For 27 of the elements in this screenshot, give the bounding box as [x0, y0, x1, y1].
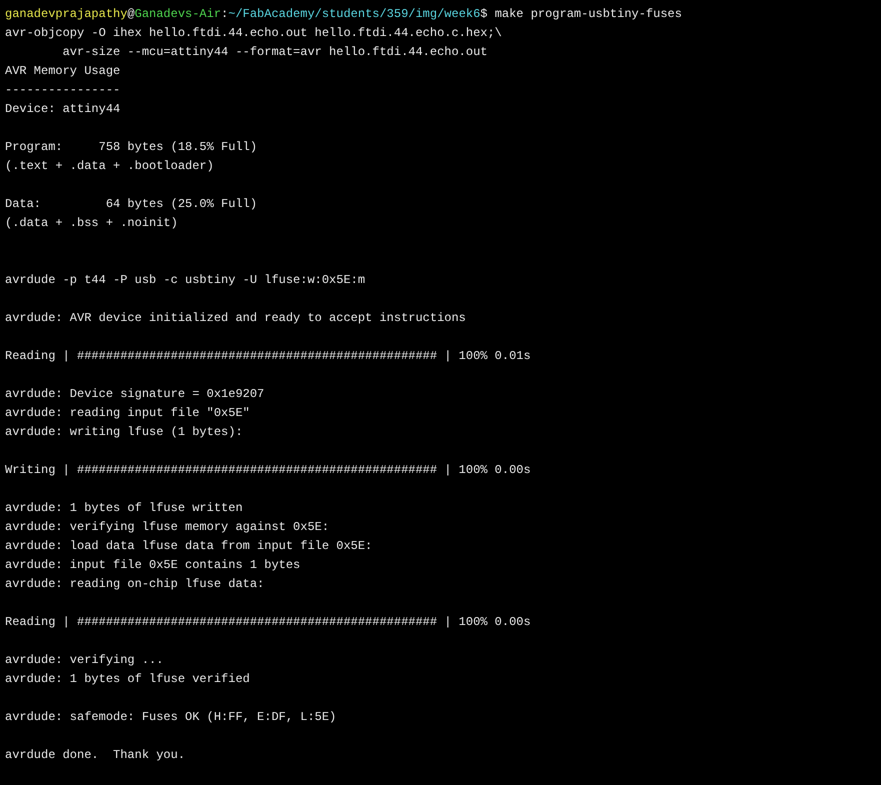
output-line: avrdude: 1 bytes of lfuse verified — [5, 671, 250, 688]
output-line: Data: 64 bytes (25.0% Full) — [5, 196, 258, 213]
output-line: AVR Memory Usage — [5, 63, 120, 80]
output-line: avrdude: load data lfuse data from input file 0x5E: — [5, 538, 372, 555]
output-line: avr-objcopy -O ihex hello.ftdi.44.echo.out hello.ftdi.44.echo.c.hex;\ — [5, 25, 502, 42]
output-line: avrdude: verifying lfuse memory against 0x5E: — [5, 519, 330, 536]
output-line: Writing | ################################################## | 100% 0.00s — [5, 462, 531, 479]
output-line: (.text + .data + .bootloader) — [5, 158, 214, 175]
output-line: avr-size --mcu=attiny44 --format=avr hello.ftdi.44.echo.out — [62, 44, 488, 61]
prompt-line: ganadevprajapathy@Ganadevs-Air:~/FabAcademy/students/359/img/week6$ make program-usbtiny-fuses — [5, 6, 683, 23]
output-line: Device: attiny44 — [5, 101, 120, 118]
output-line: avrdude: reading input file "0x5E" — [5, 405, 250, 422]
output-line: avrdude: reading on-chip lfuse data: — [5, 576, 264, 593]
output-line: avrdude: AVR device initialized and ready to accept instructions — [5, 310, 466, 327]
output-line: Reading | ################################################## | 100% 0.00s — [5, 614, 531, 631]
output-line: (.data + .bss + .noinit) — [5, 215, 178, 232]
output-line: avrdude: safemode: Fuses OK (H:FF, E:DF, L:5E) — [5, 709, 336, 726]
output-line: avrdude done. Thank you. — [5, 747, 186, 764]
output-line: Reading | ################################################## | 100% 0.01s — [5, 348, 531, 365]
output-line: avrdude: Device signature = 0x1e9207 — [5, 386, 264, 403]
output-line: avrdude: writing lfuse (1 bytes): — [5, 424, 243, 441]
output-line: avrdude: verifying ... — [5, 652, 164, 669]
output-line: avrdude: 1 bytes of lfuse written — [5, 500, 243, 517]
output-line: avrdude: input file 0x5E contains 1 bytes — [5, 557, 300, 574]
output-line: ---------------- — [5, 82, 120, 99]
output-line: Program: 758 bytes (18.5% Full) — [5, 139, 258, 156]
output-line: avrdude -p t44 -P usb -c usbtiny -U lfuse:w:0x5E:m — [5, 272, 366, 289]
